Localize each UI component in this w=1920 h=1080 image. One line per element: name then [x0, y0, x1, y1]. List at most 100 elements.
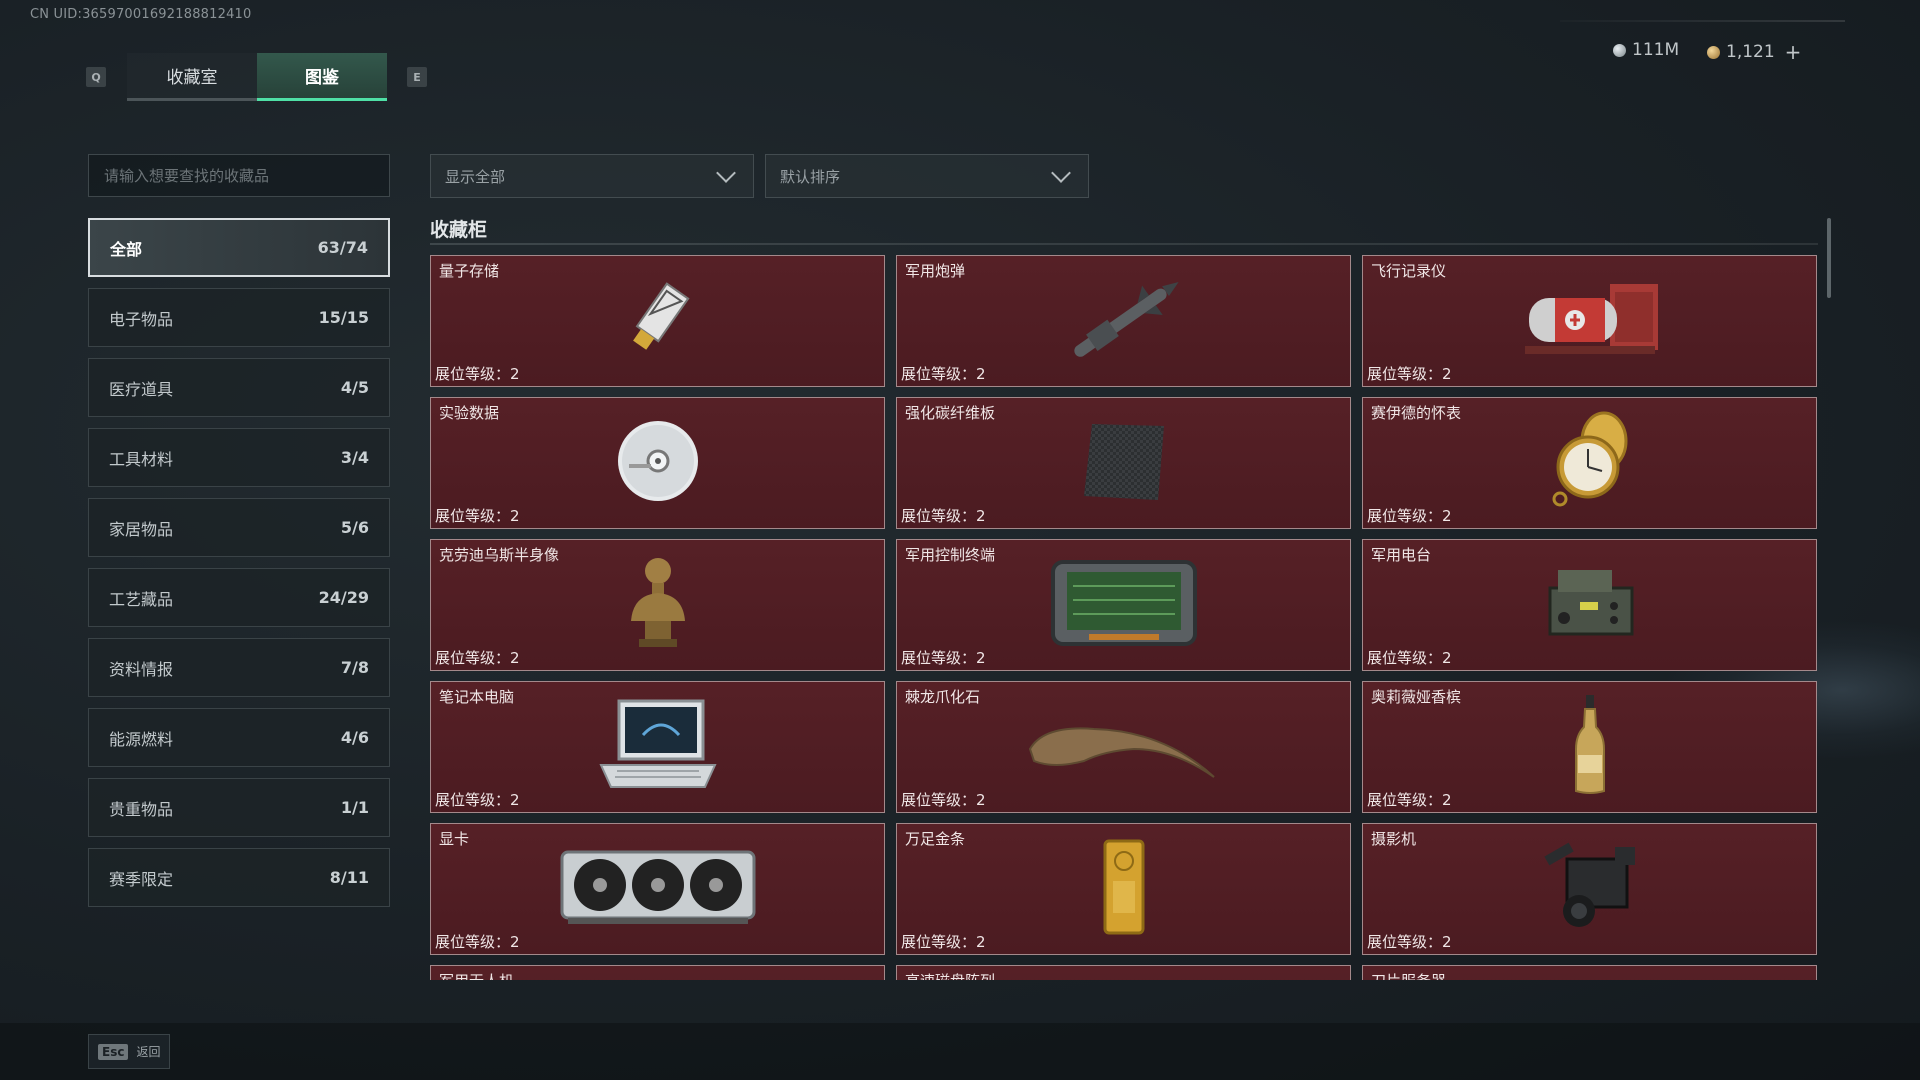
- booth-level-value: 2: [510, 365, 520, 383]
- item-booth-level: 展位等级：2: [901, 363, 986, 384]
- category-count: 63/74: [317, 238, 368, 257]
- booth-level-value: 2: [510, 649, 520, 667]
- category-item[interactable]: 全部 63/74: [88, 218, 390, 277]
- player-uid: CN UID:36597001692188812410: [30, 7, 252, 22]
- collection-item-card[interactable]: 赛伊德的怀表展位等级：2: [1362, 397, 1817, 529]
- category-item[interactable]: 贵重物品 1/1: [88, 778, 390, 837]
- collection-item-card[interactable]: 军用电台 展位等级：2: [1362, 539, 1817, 671]
- category-label: 电子物品: [109, 309, 174, 329]
- item-name: 摄影机: [1371, 830, 1417, 848]
- item-name: 万足金条: [905, 830, 966, 848]
- item-name: 显卡: [439, 830, 470, 848]
- item-name: 军用炮弹: [905, 262, 966, 280]
- category-item[interactable]: 工艺藏品 24/29: [88, 568, 390, 627]
- booth-level-label: 展位等级：: [435, 507, 511, 525]
- collection-item-card[interactable]: 万足金条展位等级：2: [896, 823, 1351, 955]
- item-name: 强化碳纤维板: [905, 404, 996, 422]
- next-tab-hotkey[interactable]: E: [407, 67, 427, 87]
- collection-item-card[interactable]: 军用控制终端 展位等级：2: [896, 539, 1351, 671]
- booth-level-label: 展位等级：: [1367, 365, 1443, 383]
- category-label: 资料情报: [109, 659, 174, 679]
- collection-item-card[interactable]: 笔记本电脑 展位等级：2: [430, 681, 885, 813]
- collection-item-card[interactable]: 摄影机展位等级：2: [1362, 823, 1817, 955]
- usb-drive-icon: [623, 279, 693, 363]
- category-count: 8/11: [329, 868, 369, 887]
- item-name: 高速磁盘阵列: [905, 970, 995, 980]
- booth-level-label: 展位等级：: [901, 365, 977, 383]
- collection-item-card[interactable]: 实验数据 展位等级：2: [430, 397, 885, 529]
- booth-level-value: 2: [1442, 933, 1452, 951]
- collection-grid-viewport[interactable]: 量子存储 展位等级：2 军用炮弹 展位等级：2 飞行记录仪 展位等级：2 实验数据 展位等级：…: [430, 255, 1820, 980]
- gold-bar-icon: [1099, 837, 1149, 941]
- category-item[interactable]: 能源燃料 4/6: [88, 708, 390, 767]
- tab-collection-room[interactable]: 收藏室: [127, 53, 257, 101]
- category-count: 5/6: [340, 518, 369, 537]
- item-name: 奥莉薇娅香槟: [1371, 688, 1462, 706]
- category-count: 3/4: [340, 448, 369, 467]
- item-booth-level: 展位等级：2: [435, 789, 520, 810]
- collection-item-card[interactable]: 飞行记录仪 展位等级：2: [1362, 255, 1817, 387]
- tab-codex[interactable]: 图鉴: [257, 53, 387, 101]
- add-currency-button[interactable]: +: [1785, 40, 1802, 64]
- booth-level-label: 展位等级：: [901, 507, 977, 525]
- booth-level-label: 展位等级：: [901, 791, 977, 809]
- booth-level-label: 展位等级：: [435, 791, 511, 809]
- collection-item-card[interactable]: 克劳迪乌斯半身像展位等级：2: [430, 539, 885, 671]
- prev-tab-hotkey[interactable]: Q: [86, 67, 106, 87]
- category-item[interactable]: 医疗道具 4/5: [88, 358, 390, 417]
- collection-item-card[interactable]: 高速磁盘阵列: [896, 965, 1351, 980]
- item-booth-level: 展位等级：2: [435, 647, 520, 668]
- collection-item-card[interactable]: 奥莉薇娅香槟展位等级：2: [1362, 681, 1817, 813]
- sort-value: 默认排序: [780, 167, 841, 186]
- section-divider: [430, 243, 1818, 245]
- item-booth-level: 展位等级：2: [1367, 931, 1452, 952]
- collection-item-card[interactable]: 军用炮弹展位等级：2: [896, 255, 1351, 387]
- category-item[interactable]: 工具材料 3/4: [88, 428, 390, 487]
- back-button[interactable]: Esc 返回: [88, 1034, 170, 1069]
- item-booth-level: 展位等级：2: [1367, 505, 1452, 526]
- collection-grid: 量子存储 展位等级：2 军用炮弹 展位等级：2 飞行记录仪 展位等级：2 实验数据 展位等级：…: [430, 255, 1820, 980]
- category-count: 4/6: [340, 728, 369, 747]
- champagne-icon: [1570, 693, 1610, 801]
- booth-level-value: 2: [1442, 507, 1452, 525]
- category-count: 15/15: [318, 308, 369, 327]
- collection-item-card[interactable]: 刀片服务器: [1362, 965, 1817, 980]
- booth-level-value: 2: [1442, 649, 1452, 667]
- category-item[interactable]: 家居物品 5/6: [88, 498, 390, 557]
- booth-level-label: 展位等级：: [435, 649, 511, 667]
- item-booth-level: 展位等级：2: [901, 789, 986, 810]
- currency-gold: 1,121 +: [1707, 40, 1801, 64]
- booth-level-value: 2: [510, 933, 520, 951]
- flight-recorder-icon: [1515, 276, 1665, 366]
- currency-silver: 111M: [1613, 40, 1679, 60]
- bottom-bar: [0, 1023, 1920, 1080]
- item-name: 实验数据: [439, 404, 500, 422]
- search-input[interactable]: [104, 166, 389, 185]
- booth-level-value: 2: [510, 791, 520, 809]
- search-box[interactable]: [88, 154, 390, 197]
- collection-item-card[interactable]: 军用无人机: [430, 965, 885, 980]
- item-booth-level: 展位等级：2: [435, 363, 520, 384]
- item-name: 克劳迪乌斯半身像: [439, 546, 560, 564]
- gold-amount: 1,121: [1726, 42, 1775, 62]
- item-booth-level: 展位等级：2: [901, 931, 986, 952]
- display-filter-dropdown[interactable]: 显示全部: [430, 154, 754, 198]
- item-booth-level: 展位等级：2: [1367, 789, 1452, 810]
- booth-level-value: 2: [1442, 365, 1452, 383]
- category-item[interactable]: 赛季限定 8/11: [88, 848, 390, 907]
- category-label: 工具材料: [109, 449, 174, 469]
- sort-dropdown[interactable]: 默认排序: [765, 154, 1089, 198]
- item-name: 刀片服务器: [1371, 970, 1446, 980]
- collection-item-card[interactable]: 强化碳纤维板 展位等级：2: [896, 397, 1351, 529]
- category-item[interactable]: 资料情报 7/8: [88, 638, 390, 697]
- collection-item-card[interactable]: 棘龙爪化石 展位等级：2: [896, 681, 1351, 813]
- esc-key-hint: Esc: [98, 1043, 129, 1060]
- collection-item-card[interactable]: 显卡 展位等级：2: [430, 823, 885, 955]
- grid-scrollbar[interactable]: [1827, 218, 1831, 298]
- item-name: 量子存储: [439, 262, 500, 280]
- booth-level-label: 展位等级：: [901, 933, 977, 951]
- item-name: 赛伊德的怀表: [1371, 404, 1462, 422]
- camera-icon: [1535, 839, 1645, 939]
- collection-item-card[interactable]: 量子存储展位等级：2: [430, 255, 885, 387]
- category-item[interactable]: 电子物品 15/15: [88, 288, 390, 347]
